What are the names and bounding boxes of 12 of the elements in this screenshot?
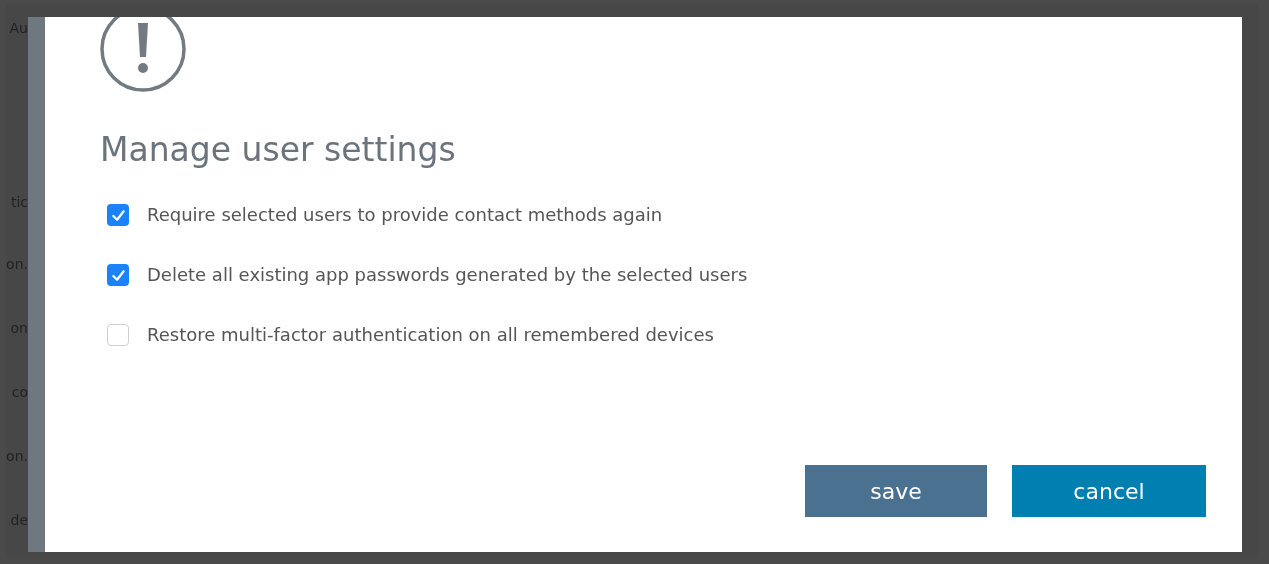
dialog-title: Manage user settings [100,129,456,171]
save-button[interactable]: save [805,465,987,517]
check-icon [110,207,126,223]
option-label: Restore multi-factor authentication on all remembered devices [147,323,714,347]
option-label: Require selected users to provide contact methods again [147,203,663,227]
exclamation-icon [99,17,187,93]
check-icon [110,267,126,283]
cancel-button[interactable]: cancel [1012,465,1206,517]
checkbox[interactable] [107,324,129,346]
option-label: Delete all existing app passwords generated by the selected users [147,263,748,287]
checkbox[interactable] [107,204,129,226]
checkbox[interactable] [107,264,129,286]
